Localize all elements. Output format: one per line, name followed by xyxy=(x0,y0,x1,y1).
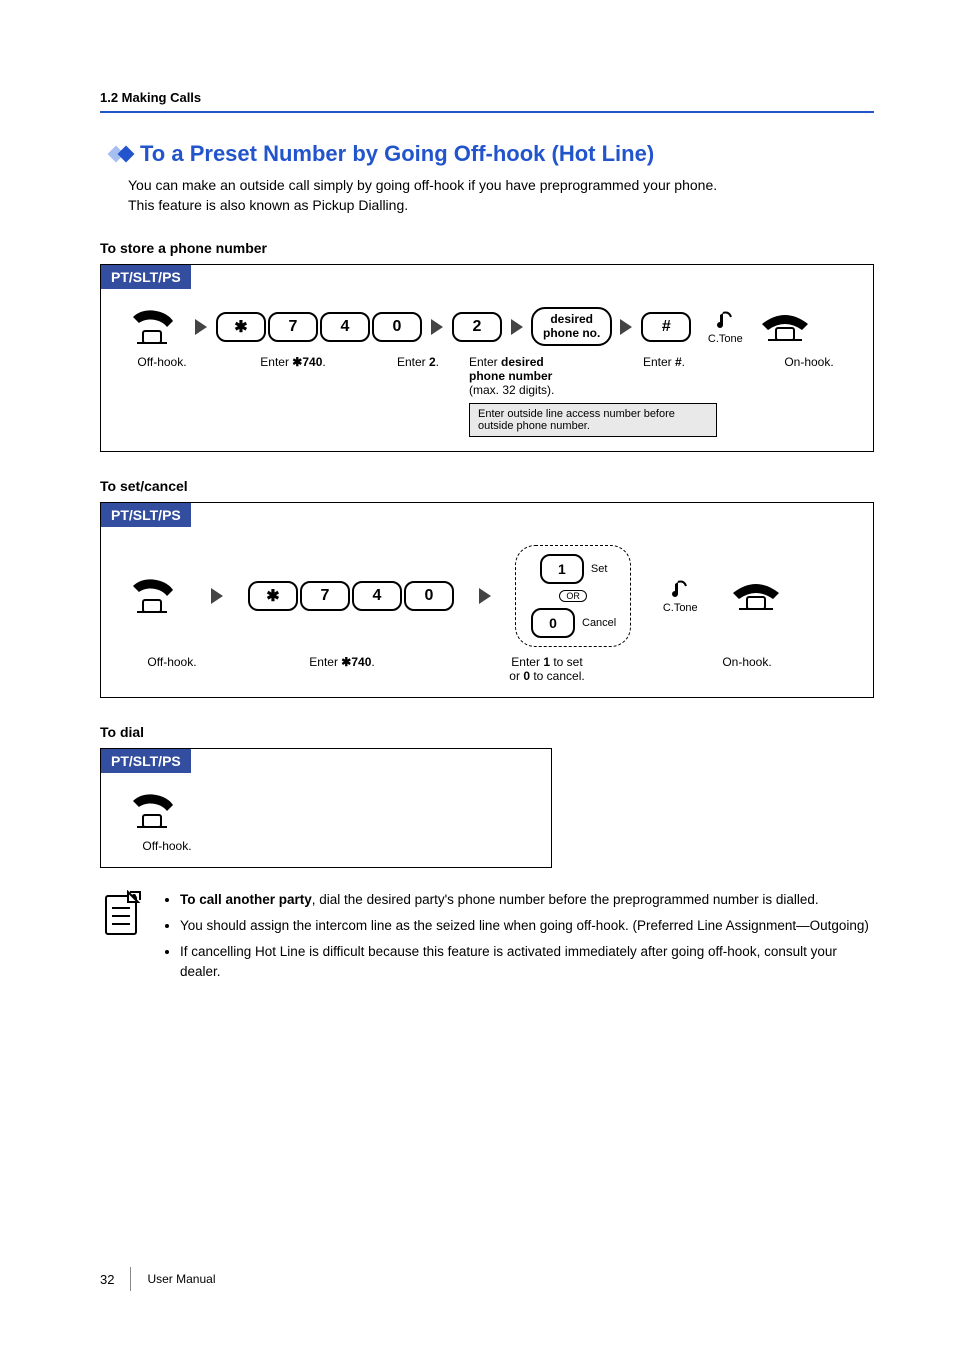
offhook-icon xyxy=(117,307,187,347)
key-4: 4 xyxy=(320,312,370,342)
arrow-icon xyxy=(431,319,443,335)
section-title: To a Preset Number by Going Off-hook (Ho… xyxy=(110,141,874,167)
key-4: 4 xyxy=(352,581,402,611)
store-cap-hash: Enter #. xyxy=(619,355,709,437)
key-1: 1 xyxy=(540,554,584,584)
header-rule xyxy=(100,111,874,113)
store-cap-onhook: On-hook. xyxy=(769,355,849,437)
offhook-icon xyxy=(117,576,187,616)
section-intro: You can make an outside call simply by g… xyxy=(128,175,874,216)
sc-cap-choice: Enter 1 to set or 0 to cancel. xyxy=(457,655,637,683)
key-0: 0 xyxy=(404,581,454,611)
diamond-icon xyxy=(110,148,130,160)
onhook-icon xyxy=(729,579,789,613)
ctone-icon: C.Tone xyxy=(700,309,750,345)
sc-cap-offhook: Off-hook. xyxy=(117,655,227,683)
desired-phone-oval: desired phone no. xyxy=(531,307,612,345)
footer-separator xyxy=(130,1267,131,1291)
dial-heading: To dial xyxy=(100,724,874,740)
breadcrumb: 1.2 Making Calls xyxy=(100,90,874,105)
tip-1: To call another party, dial the desired … xyxy=(180,890,874,910)
set-cancel-choice: 1Set OR 0Cancel xyxy=(515,545,631,647)
store-cap-phoneno: Enter desired phone number (max. 32 digi… xyxy=(457,355,619,437)
arrow-icon xyxy=(195,319,207,335)
store-cap-offhook: Off-hook. xyxy=(117,355,207,437)
sc-cap-onhook: On-hook. xyxy=(697,655,797,683)
dial-cap-offhook: Off-hook. xyxy=(117,839,217,853)
store-cap-740: Enter ✱740. xyxy=(207,355,379,437)
footer-label: User Manual xyxy=(147,1272,215,1286)
note-icon xyxy=(100,890,144,989)
setcancel-heading: To set/cancel xyxy=(100,478,874,494)
key-hash: # xyxy=(641,312,691,342)
store-flowbox: PT/SLT/PS ✱ 7 4 0 2 desired phone no. # xyxy=(100,264,874,452)
store-band: PT/SLT/PS xyxy=(101,265,191,289)
footer: 32 User Manual xyxy=(100,1267,216,1291)
sc-cap-740: Enter ✱740. xyxy=(227,655,457,683)
key-7: 7 xyxy=(268,312,318,342)
store-cap-2: Enter 2. xyxy=(379,355,457,437)
key-star: ✱ xyxy=(216,312,266,342)
offhook-icon xyxy=(117,791,187,831)
dial-flowbox: PT/SLT/PS Off-hook. xyxy=(100,748,552,868)
dial-band: PT/SLT/PS xyxy=(101,749,191,773)
section-title-text: To a Preset Number by Going Off-hook (Ho… xyxy=(140,141,654,167)
arrow-icon xyxy=(479,588,491,604)
key-0: 0 xyxy=(372,312,422,342)
or-pill: OR xyxy=(559,590,587,602)
arrow-icon xyxy=(620,319,632,335)
ctone-icon: C.Tone xyxy=(655,578,705,614)
key-0-cancel: 0 xyxy=(531,608,575,638)
setcancel-flowbox: PT/SLT/PS ✱ 7 4 0 1Set OR 0Cancel C.Tone xyxy=(100,502,874,698)
arrow-icon xyxy=(211,588,223,604)
tip-3: If cancelling Hot Line is difficult beca… xyxy=(180,942,874,983)
store-heading: To store a phone number xyxy=(100,240,874,256)
key-sequence-740: ✱ 7 4 0 xyxy=(215,312,423,342)
tip-2: You should assign the intercom line as t… xyxy=(180,916,874,936)
key-sequence-740: ✱ 7 4 0 xyxy=(247,581,455,611)
tips-block: To call another party, dial the desired … xyxy=(100,890,874,989)
key-7: 7 xyxy=(300,581,350,611)
arrow-icon xyxy=(511,319,523,335)
key-star: ✱ xyxy=(248,581,298,611)
setcancel-band: PT/SLT/PS xyxy=(101,503,191,527)
onhook-icon xyxy=(758,310,818,344)
page-number: 32 xyxy=(100,1272,114,1287)
key-2: 2 xyxy=(452,312,502,342)
